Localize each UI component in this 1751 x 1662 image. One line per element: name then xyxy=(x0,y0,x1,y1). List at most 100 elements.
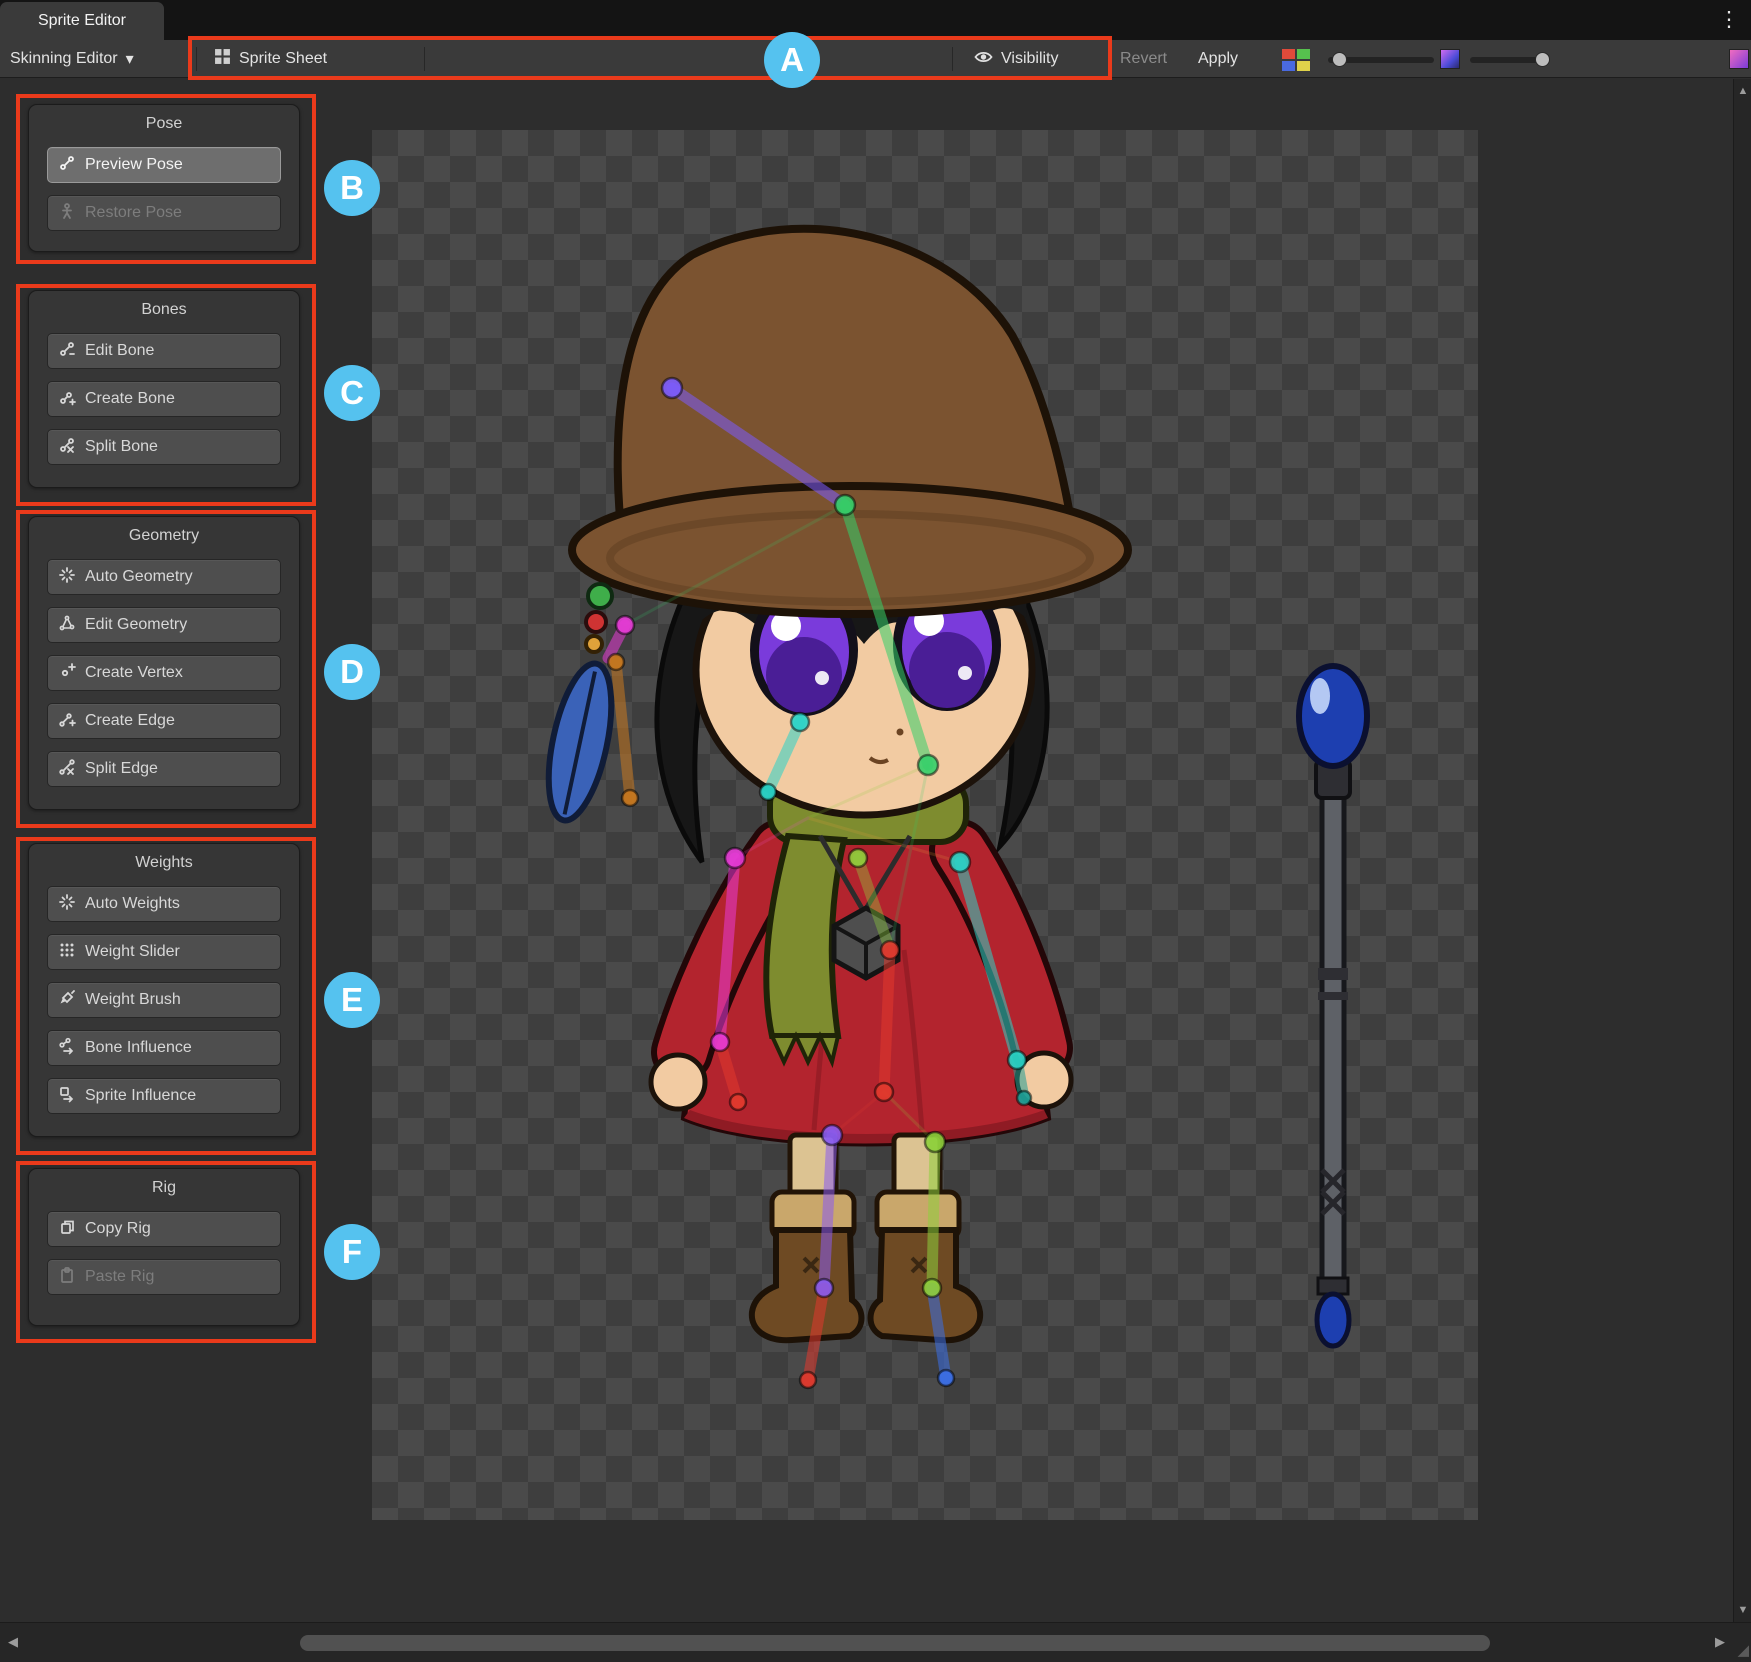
sprite-influence-icon xyxy=(58,1085,76,1108)
toolbar: Skinning Editor ▾ Sprite Sheet Visibilit… xyxy=(0,40,1751,78)
copy-rig-button[interactable]: Copy Rig xyxy=(47,1211,281,1247)
apply-label: Apply xyxy=(1198,50,1238,68)
geometry-panel: Geometry Auto Geometry Edit Geometry Cre… xyxy=(28,516,300,810)
paste-rig-icon xyxy=(58,1266,76,1289)
split-edge-icon xyxy=(58,758,76,781)
scroll-down-icon[interactable]: ▼ xyxy=(1734,1604,1751,1616)
bones-panel: Bones Edit Bone Create Bone Split Bone xyxy=(28,290,300,488)
vertical-scrollbar[interactable]: ▲ ▼ xyxy=(1733,79,1751,1622)
scroll-right-icon[interactable]: ▶ xyxy=(1715,1634,1725,1650)
horizontal-scroll-thumb[interactable] xyxy=(300,1635,1490,1651)
hat-tassel xyxy=(537,584,623,826)
button-label: Restore Pose xyxy=(85,204,182,222)
visibility-button[interactable]: Visibility xyxy=(974,40,1059,78)
button-label: Weight Slider xyxy=(85,943,180,961)
button-label: Sprite Influence xyxy=(85,1087,196,1105)
preview-pose-button[interactable]: Preview Pose xyxy=(47,147,281,183)
brightness-slider-knob[interactable] xyxy=(1535,52,1550,67)
skinning-editor-dropdown[interactable]: Skinning Editor ▾ xyxy=(10,40,134,78)
weight-slider-button[interactable]: Weight Slider xyxy=(47,934,281,970)
create-bone-button[interactable]: Create Bone xyxy=(47,381,281,417)
restore-pose-icon xyxy=(58,202,76,225)
panel-title: Geometry xyxy=(29,517,299,545)
apply-button[interactable]: Apply xyxy=(1198,40,1238,78)
alpha-slider[interactable] xyxy=(1328,57,1434,63)
weights-panel: Weights Auto Weights Weight Slider Weigh… xyxy=(28,843,300,1137)
annotation-d-badge: D xyxy=(324,644,380,700)
horizontal-scrollbar[interactable]: ◀ ▶ ◢ xyxy=(0,1622,1751,1662)
create-edge-button[interactable]: Create Edge xyxy=(47,703,281,739)
resize-grip-icon[interactable]: ◢ xyxy=(1737,1641,1749,1659)
weight-brush-button[interactable]: Weight Brush xyxy=(47,982,281,1018)
button-label: Paste Rig xyxy=(85,1268,154,1286)
tab-bar: Sprite Editor ⋮ xyxy=(0,0,1751,40)
annotation-b-badge: B xyxy=(324,160,380,216)
button-label: Bone Influence xyxy=(85,1039,192,1057)
panel-title: Bones xyxy=(29,291,299,319)
rig-panel: Rig Copy Rig Paste Rig xyxy=(28,1168,300,1326)
annotation-e-badge: E xyxy=(324,972,380,1028)
edit-bone-icon xyxy=(58,340,76,363)
revert-label: Revert xyxy=(1120,50,1167,68)
staff xyxy=(1299,666,1367,1346)
button-label: Weight Brush xyxy=(85,991,181,1009)
create-edge-icon xyxy=(58,710,76,733)
alpha-slider-knob[interactable] xyxy=(1332,52,1347,67)
scroll-left-icon[interactable]: ◀ xyxy=(8,1634,18,1650)
sprite-sheet-label: Sprite Sheet xyxy=(239,50,327,68)
bone-influence-icon xyxy=(58,1037,76,1060)
color-channels-icon[interactable] xyxy=(1282,49,1310,71)
split-bone-icon xyxy=(58,436,76,459)
button-label: Create Vertex xyxy=(85,664,183,682)
button-label: Edit Geometry xyxy=(85,616,187,634)
panel-title: Rig xyxy=(29,1169,299,1197)
gradient-swatch-icon[interactable] xyxy=(1440,49,1460,69)
toolbar-separator xyxy=(196,47,197,71)
gradient-swatch-icon[interactable] xyxy=(1729,49,1749,69)
paste-rig-button[interactable]: Paste Rig xyxy=(47,1259,281,1295)
tab-sprite-editor[interactable]: Sprite Editor xyxy=(0,2,164,40)
sprite-canvas[interactable] xyxy=(372,130,1478,1520)
left-boot xyxy=(752,1230,862,1340)
button-label: Split Bone xyxy=(85,438,158,456)
preview-pose-icon xyxy=(58,154,76,177)
sprite-sheet-button[interactable]: Sprite Sheet xyxy=(214,40,327,78)
eye-icon xyxy=(974,49,993,70)
annotation-c-badge: C xyxy=(324,365,380,421)
bone-influence-button[interactable]: Bone Influence xyxy=(47,1030,281,1066)
annotation-a-badge: A xyxy=(764,32,820,88)
visibility-label: Visibility xyxy=(1001,50,1059,68)
beauty-mark xyxy=(897,729,904,736)
restore-pose-button[interactable]: Restore Pose xyxy=(47,195,281,231)
split-edge-button[interactable]: Split Edge xyxy=(47,751,281,787)
annotation-f-badge: F xyxy=(324,1224,380,1280)
copy-rig-icon xyxy=(58,1218,76,1241)
button-label: Copy Rig xyxy=(85,1220,151,1238)
create-vertex-icon xyxy=(58,662,76,685)
kebab-menu-icon[interactable]: ⋮ xyxy=(1715,4,1743,36)
button-label: Auto Geometry xyxy=(85,568,193,586)
sprite-influence-button[interactable]: Sprite Influence xyxy=(47,1078,281,1114)
skinning-editor-label: Skinning Editor xyxy=(10,50,118,68)
edit-geometry-button[interactable]: Edit Geometry xyxy=(47,607,281,643)
revert-button[interactable]: Revert xyxy=(1120,40,1167,78)
pose-panel: Pose Preview Pose Restore Pose xyxy=(28,104,300,252)
auto-geometry-button[interactable]: Auto Geometry xyxy=(47,559,281,595)
create-bone-icon xyxy=(58,388,76,411)
chevron-down-icon: ▾ xyxy=(126,49,134,69)
left-hand xyxy=(651,1055,705,1109)
split-bone-button[interactable]: Split Bone xyxy=(47,429,281,465)
create-vertex-button[interactable]: Create Vertex xyxy=(47,655,281,691)
auto-weights-icon xyxy=(58,893,76,916)
auto-weights-button[interactable]: Auto Weights xyxy=(47,886,281,922)
button-label: Edit Bone xyxy=(85,342,154,360)
edit-bone-button[interactable]: Edit Bone xyxy=(47,333,281,369)
button-label: Auto Weights xyxy=(85,895,180,913)
scroll-up-icon[interactable]: ▲ xyxy=(1734,85,1751,97)
weight-slider-icon xyxy=(58,941,76,964)
auto-geometry-icon xyxy=(58,566,76,589)
brightness-slider[interactable] xyxy=(1470,57,1548,63)
button-label: Create Bone xyxy=(85,390,175,408)
tab-label: Sprite Editor xyxy=(38,12,126,30)
sprite-sheet-icon xyxy=(214,48,231,70)
